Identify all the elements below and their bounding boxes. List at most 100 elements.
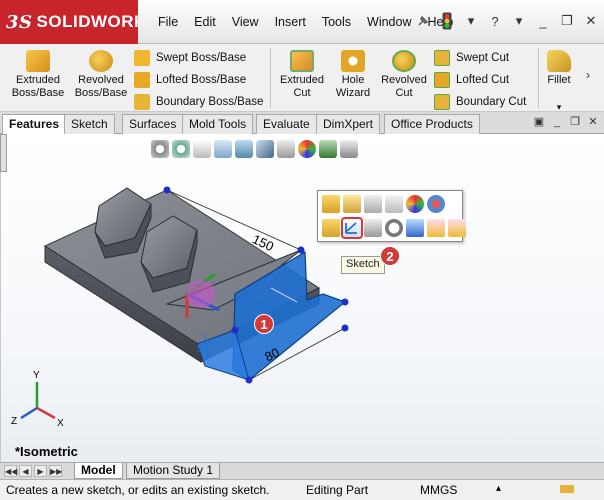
appearance-icon[interactable] [406,195,424,213]
lofted-cut-button[interactable]: Lofted Cut [434,70,509,90]
rollback-icon[interactable] [364,195,382,213]
context-toolbar-row-2 [322,217,466,239]
ribbon-divider [270,48,271,108]
step-badge-1: 1 [254,314,274,334]
graphics-area[interactable]: 150 80 5 Y X Z Sketch 2 1 *Isometric [0,134,604,462]
hide-icon[interactable] [364,219,382,237]
ds-logo-mark: 3S [6,11,33,33]
extruded-cut-button[interactable]: Extruded Cut [274,50,330,100]
boundary-cut-button[interactable]: Boundary Cut [434,92,526,112]
fillet-icon [547,50,571,72]
revolved-cut-label: Revolved Cut [381,74,427,99]
first-tab-icon[interactable]: ◀◀ [4,465,17,477]
app-logo[interactable]: 3S SOLIDWORKS [6,10,159,34]
close-doc-icon[interactable]: ✕ [586,115,600,129]
lofted-boss-base-button[interactable]: Lofted Boss/Base [134,70,246,90]
tab-mold-tools[interactable]: Mold Tools [182,114,254,134]
edit-feature-icon[interactable] [343,195,361,213]
menu-item-insert[interactable]: Insert [267,15,314,29]
revolved-boss-label: Revolved Boss/Base [74,74,128,99]
bottom-tab-model[interactable]: Model [74,463,123,479]
rebuild-status-icon[interactable] [560,483,574,498]
prev-tab-icon[interactable]: ◀ [19,465,32,477]
sketch-icon[interactable] [341,217,363,239]
ref-triad-z-label: Z [11,416,17,427]
menu-bar: File Edit View Insert Tools Window Help ▾ ? ▾ … [138,0,604,44]
hole-wizard-label: Hole Wizard [335,74,371,99]
materials-icon[interactable] [427,195,445,213]
tab-dimxpert[interactable]: DimXpert [316,114,381,134]
zoom-to-selection-icon[interactable] [385,219,403,237]
menu-item-window[interactable]: Window [359,15,419,29]
tab-features[interactable]: Features [2,114,67,135]
pivot-point [231,326,239,334]
status-mode: Editing Part [306,483,369,497]
revolved-cut-icon [392,50,416,72]
revolved-cut-button[interactable]: Revolved Cut [378,50,430,100]
lofted-boss-label: Lofted Boss/Base [156,74,247,86]
bottom-tab-motion-study-1[interactable]: Motion Study 1 [126,463,221,479]
undo-icon[interactable] [385,195,403,213]
restore-icon[interactable]: ❐ [558,11,576,31]
revolved-boss-base-button[interactable]: Revolved Boss/Base [72,50,130,100]
boundary-boss-base-button[interactable]: Boundary Boss/Base [134,92,263,112]
insert-component-icon[interactable] [427,219,445,237]
swept-boss-icon [134,50,150,66]
units-dropdown-icon[interactable]: ▴ [496,483,501,494]
pin-icon[interactable] [414,11,432,31]
swept-cut-icon [434,50,450,66]
feature-manager-toggle-handle[interactable] [0,134,7,172]
ribbon-more-icon[interactable]: › [586,68,590,82]
select-other-icon[interactable] [322,219,340,237]
boundary-boss-label: Boundary Boss/Base [156,96,264,108]
next-tab-icon[interactable]: ▶ [34,465,47,477]
model-tabs-bar: ◀◀ ◀ ▶ ▶▶ Model Motion Study 1 [0,462,604,479]
tab-surfaces[interactable]: Surfaces [122,114,184,134]
feature-properties-icon[interactable] [322,195,340,213]
extruded-boss-label: Extruded Boss/Base [11,74,65,99]
show-hide-bodies-icon[interactable] [448,219,466,237]
triad-rotation-ring [187,280,215,308]
minimize-icon[interactable]: _ [534,11,552,31]
pivot-point [297,246,305,254]
tab-office-products[interactable]: Office Products [384,114,480,134]
fillet-button[interactable]: Fillet ▾ [542,50,576,114]
extruded-boss-base-button[interactable]: Extruded Boss/Base [8,50,68,100]
tab-sketch[interactable]: Sketch [64,114,115,134]
minimize-doc-icon[interactable]: _ [550,115,564,129]
pivot-point [341,298,349,306]
sketch-tooltip: Sketch [341,256,385,274]
swept-boss-base-button[interactable]: Swept Boss/Base [134,48,246,68]
hole-wizard-icon [341,50,365,72]
menu-item-tools[interactable]: Tools [314,15,359,29]
swept-cut-button[interactable]: Swept Cut [434,48,509,68]
dropdown-arrow-icon[interactable]: ▾ [462,11,480,31]
extruded-cut-label: Extruded Cut [279,74,325,99]
normal-to-icon[interactable] [406,219,424,237]
tile-icon[interactable]: ▣ [532,115,546,129]
fillet-label: Fillet [547,74,571,86]
restore-doc-icon[interactable]: ❐ [568,115,582,129]
close-icon[interactable]: ✕ [582,11,600,31]
boundary-cut-label: Boundary Cut [456,96,527,108]
tab-evaluate[interactable]: Evaluate [256,114,317,134]
menu-item-view[interactable]: View [224,15,267,29]
command-manager-tabs: ▣ _ ❐ ✕ Features Sketch Surfaces Mold Tools… [0,112,604,135]
dropdown-arrow-icon[interactable]: ▾ [510,11,528,31]
last-tab-icon[interactable]: ▶▶ [49,465,62,477]
ref-triad-x-label: X [57,418,64,429]
lofted-cut-icon [434,72,450,88]
swept-boss-label: Swept Boss/Base [156,52,247,64]
menu-item-edit[interactable]: Edit [186,15,224,29]
rebuild-traffic-light-icon[interactable] [438,11,456,31]
context-toolbar-row-1 [322,195,445,213]
help-icon[interactable]: ? [486,11,504,31]
pivot-point [245,376,253,384]
status-units[interactable]: MMGS [420,483,457,497]
swept-cut-label: Swept Cut [456,52,510,64]
ref-triad-y-label: Y [33,370,40,381]
hole-wizard-button[interactable]: Hole Wizard [330,50,376,100]
pivot-point [341,324,349,332]
menu-item-file[interactable]: File [150,15,186,29]
revolved-boss-icon [89,50,113,72]
